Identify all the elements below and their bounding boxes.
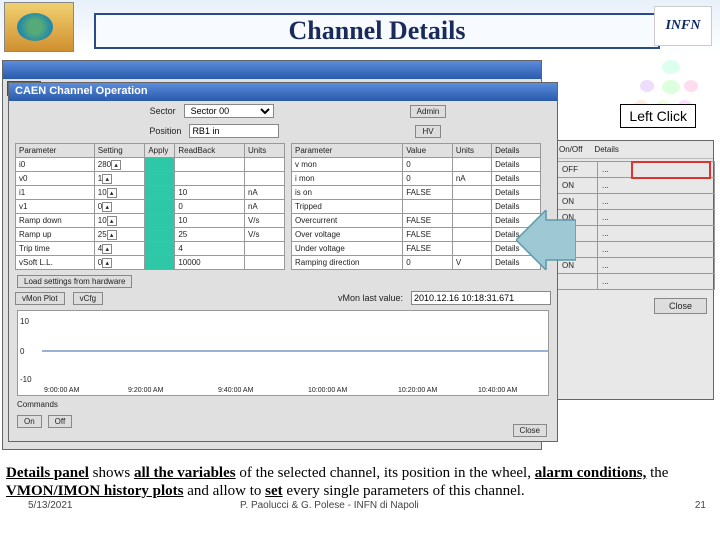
timeseries-value xyxy=(411,291,551,305)
window-titlebar xyxy=(3,61,541,79)
slide-title: Channel Details xyxy=(289,16,466,46)
left-params-table: ParameterSettingApplyReadBackUnitsi0280▴… xyxy=(15,143,285,270)
commands-row: On Off xyxy=(9,411,557,432)
channel-operation-window: CAEN Channel Operation Sector Sector 00 … xyxy=(8,82,558,442)
table-row: ON... xyxy=(558,226,715,242)
table-row: TrippedDetails xyxy=(292,200,541,214)
infn-logo: INFN xyxy=(654,6,712,46)
table-row: Ramp down10▴10V/s xyxy=(16,214,285,228)
table-row: is onFALSEDetails xyxy=(292,186,541,200)
apply-cell[interactable] xyxy=(145,228,175,242)
footnote: Details panel shows all the variables of… xyxy=(4,462,716,502)
timeseries-label: vMon last value: xyxy=(338,293,403,303)
sector-row: Sector Sector 00 Admin xyxy=(9,101,557,121)
onoff-header: On/Off xyxy=(559,145,582,154)
table-row: Trip time4▴4 xyxy=(16,242,285,256)
table-row: i0280▴ xyxy=(16,158,285,172)
table-row: i mon0nADetails xyxy=(292,172,541,186)
apply-cell[interactable] xyxy=(145,186,175,200)
slide-root: Channel Details INFN Left Click CMS Syst… xyxy=(0,0,720,540)
details-dots[interactable]: ... xyxy=(598,226,715,242)
position-input[interactable] xyxy=(189,124,279,138)
arrow-annotation xyxy=(516,210,576,275)
close-button[interactable]: Close xyxy=(654,298,707,314)
table-row: Over voltageFALSEDetails xyxy=(292,228,541,242)
date-stamp: 5/13/2021 xyxy=(28,500,73,511)
details-dots[interactable]: ... xyxy=(598,242,715,258)
right-params-table: ParameterValueUnitsDetailsv mon0Detailsi… xyxy=(291,143,541,270)
table-row: v01▴ xyxy=(16,172,285,186)
page-number: 21 xyxy=(695,500,706,511)
position-label: Position xyxy=(125,126,181,136)
details-side-table: OFF...ON...ON...ON...ON...ON...ON...... xyxy=(557,161,715,290)
close-button[interactable]: Close xyxy=(513,424,547,437)
diagram-node xyxy=(684,80,698,92)
diagram-node xyxy=(662,80,680,94)
title-banner: Channel Details xyxy=(94,13,660,49)
details-dots[interactable]: ... xyxy=(598,194,715,210)
sector-select[interactable]: Sector 00 xyxy=(184,104,274,118)
apply-cell[interactable] xyxy=(145,256,175,270)
details-dots[interactable]: ... xyxy=(598,162,715,178)
fn-a: Details panel xyxy=(6,465,89,481)
details-cell[interactable]: Details xyxy=(492,172,541,186)
vcfg-button[interactable]: vCfg xyxy=(73,292,103,305)
left-click-callout: Left Click xyxy=(620,104,696,128)
details-dots[interactable]: ... xyxy=(598,210,715,226)
table-row: ON... xyxy=(558,194,715,210)
commands-label: Commands xyxy=(9,398,557,411)
tables-area: ParameterSettingApplyReadBackUnitsi0280▴… xyxy=(9,141,557,272)
table-row: ON... xyxy=(558,178,715,194)
details-header-label: Details xyxy=(594,145,618,154)
details-header: On/Off Details xyxy=(555,141,713,159)
table-row: Under voltageFALSEDetails xyxy=(292,242,541,256)
apply-cell[interactable] xyxy=(145,214,175,228)
off-button[interactable]: Off xyxy=(48,415,73,428)
table-row: i110▴10nA xyxy=(16,186,285,200)
details-side-panel: On/Off Details OFF...ON...ON...ON...ON..… xyxy=(554,140,714,400)
plot-ctrl-row: vMon Plot vCfg vMon last value: xyxy=(9,291,557,308)
table-row: ON... xyxy=(558,258,715,274)
apply-cell[interactable] xyxy=(145,158,175,172)
table-row: Ramp up25▴25V/s xyxy=(16,228,285,242)
top-bar: Channel Details INFN xyxy=(0,0,720,54)
table-row: ON... xyxy=(558,242,715,258)
details-cell[interactable]: Details xyxy=(492,186,541,200)
table-row: OFF... xyxy=(558,162,715,178)
diagram-node xyxy=(662,60,680,74)
table-row: OvercurrentFALSEDetails xyxy=(292,214,541,228)
details-dots[interactable]: ... xyxy=(598,178,715,194)
vmon-plot-button[interactable]: vMon Plot xyxy=(15,292,65,305)
hv-button[interactable]: HV xyxy=(415,125,440,138)
details-dots[interactable]: ... xyxy=(598,258,715,274)
details-cell[interactable]: Details xyxy=(492,158,541,172)
table-row: ON... xyxy=(558,210,715,226)
cms-logo xyxy=(4,2,74,52)
apply-cell[interactable] xyxy=(145,200,175,214)
table-row: vSoft L.L.0▴10000 xyxy=(16,256,285,270)
sector-label: Sector xyxy=(120,106,176,116)
table-row: v mon0Details xyxy=(292,158,541,172)
admin-button[interactable]: Admin xyxy=(410,105,447,118)
on-button[interactable]: On xyxy=(17,415,42,428)
diagram-node xyxy=(640,80,654,92)
table-row: Ramping direction0VDetails xyxy=(292,256,541,270)
table-row: v10▴0nA xyxy=(16,200,285,214)
apply-cell[interactable] xyxy=(145,172,175,186)
position-row: Position HV xyxy=(9,121,557,141)
apply-cell[interactable] xyxy=(145,242,175,256)
credits: P. Paolucci & G. Polese - INFN di Napoli xyxy=(240,500,419,511)
load-hardware-button[interactable]: Load settings from hardware xyxy=(17,275,132,288)
window-titlebar[interactable]: CAEN Channel Operation xyxy=(9,83,557,101)
history-plot[interactable]: 10 0 -10 9:00:00 AM 9:20:00 AM 9:40:00 A… xyxy=(17,310,549,396)
